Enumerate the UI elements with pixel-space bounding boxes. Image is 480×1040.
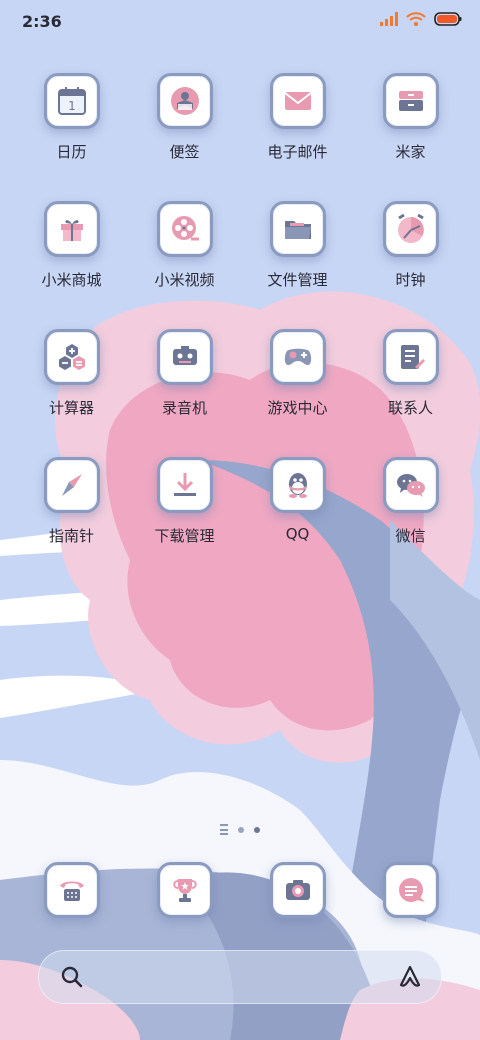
app-game-center-tile[interactable] [269, 329, 326, 385]
dock-camera[interactable] [241, 862, 354, 918]
message-icon [398, 878, 425, 902]
clock-icon [397, 213, 424, 243]
qq-penguin-icon [288, 473, 307, 498]
app-clock[interactable]: 时钟 [354, 201, 467, 290]
dock-messages[interactable] [354, 862, 467, 918]
app-contacts-tile[interactable] [382, 329, 439, 385]
app-compass-tile[interactable] [43, 457, 100, 513]
app-clock-tile[interactable] [382, 201, 439, 257]
app-label: 指南针 [48, 527, 94, 545]
email-icon [283, 92, 312, 110]
notes-icon [170, 87, 199, 115]
film-reel-icon [171, 216, 199, 241]
app-mi-store-tile[interactable] [43, 201, 100, 257]
app-label: 录音机 [161, 399, 207, 417]
calendar-icon: 1 [57, 87, 86, 115]
app-mi-video[interactable]: 小米视频 [128, 201, 241, 290]
dock-trophy[interactable] [128, 862, 241, 918]
folder-icon [284, 221, 311, 239]
dock-phone[interactable] [15, 862, 128, 918]
app-contacts[interactable]: 联系人 [354, 329, 467, 418]
app-label: 米家 [395, 143, 426, 161]
app-recorder-tile[interactable] [156, 329, 213, 385]
app-download-manager-tile[interactable] [156, 457, 213, 513]
gamepad-icon [284, 348, 311, 365]
app-label: 微信 [395, 527, 426, 545]
battery-icon [434, 12, 462, 26]
contacts-icon [400, 345, 425, 369]
app-game-center[interactable]: 游戏中心 [241, 329, 354, 418]
app-label: 时钟 [395, 271, 426, 289]
app-label: 便签 [169, 143, 200, 161]
app-file-manager-tile[interactable] [269, 201, 326, 257]
calendar-day: 1 [68, 99, 76, 113]
app-label: 联系人 [387, 399, 433, 417]
camera-icon [285, 880, 310, 900]
recorder-icon [172, 346, 197, 365]
search-bar[interactable] [38, 950, 442, 1004]
compass-icon [61, 474, 82, 496]
app-calculator[interactable]: 计算器 [15, 329, 128, 418]
app-mijia-tile[interactable] [382, 73, 439, 129]
dock-messages-tile[interactable] [382, 862, 439, 918]
download-icon [173, 473, 196, 496]
app-wechat-tile[interactable] [382, 457, 439, 513]
app-notes[interactable]: 便签 [128, 73, 241, 162]
app-label: 小米视频 [154, 271, 215, 289]
app-file-manager[interactable]: 文件管理 [241, 201, 354, 290]
signal-icon [380, 12, 398, 26]
app-notes-tile[interactable] [156, 73, 213, 129]
status-time: 2:36 [22, 12, 62, 31]
app-label: 计算器 [48, 399, 94, 417]
app-mijia[interactable]: 米家 [354, 73, 467, 162]
app-wechat[interactable]: 微信 [354, 457, 467, 546]
trophy-icon [172, 879, 197, 902]
calculator-icon [58, 344, 85, 370]
page-indicator[interactable] [0, 824, 480, 835]
dock-trophy-tile[interactable] [156, 862, 213, 918]
page-dot[interactable] [238, 826, 244, 833]
app-label: 游戏中心 [267, 399, 328, 417]
app-calculator-tile[interactable] [43, 329, 100, 385]
app-email[interactable]: 电子邮件 [241, 73, 354, 162]
wifi-icon [406, 12, 426, 26]
app-label: 小米商城 [41, 271, 102, 289]
app-label: 下载管理 [154, 527, 215, 545]
app-mi-video-tile[interactable] [156, 201, 213, 257]
dock-camera-tile[interactable] [269, 862, 326, 918]
app-label: 日历 [56, 143, 87, 161]
status-bar: 2:36 [0, 0, 480, 44]
app-download-manager[interactable]: 下载管理 [128, 457, 241, 546]
app-label: QQ [285, 525, 310, 543]
assistant-icon[interactable] [397, 964, 423, 990]
app-label: 电子邮件 [267, 143, 328, 161]
app-email-tile[interactable] [269, 73, 326, 129]
wechat-icon [396, 474, 425, 497]
mijia-icon [398, 91, 423, 111]
app-calendar[interactable]: 1 日历 [15, 73, 128, 162]
gift-icon [60, 220, 83, 241]
app-qq-tile[interactable] [269, 457, 326, 513]
app-compass[interactable]: 指南针 [15, 457, 128, 546]
app-mi-store[interactable]: 小米商城 [15, 201, 128, 290]
search-icon[interactable] [59, 964, 85, 990]
dock [0, 862, 480, 922]
page-indicator-feed[interactable] [220, 824, 228, 835]
app-qq[interactable]: QQ [241, 457, 354, 543]
page-dot-active[interactable] [254, 826, 260, 833]
app-label: 文件管理 [267, 271, 328, 289]
app-recorder[interactable]: 录音机 [128, 329, 241, 418]
dock-phone-tile[interactable] [43, 862, 100, 918]
phone-icon [59, 881, 84, 901]
app-calendar-tile[interactable]: 1 [43, 73, 100, 129]
